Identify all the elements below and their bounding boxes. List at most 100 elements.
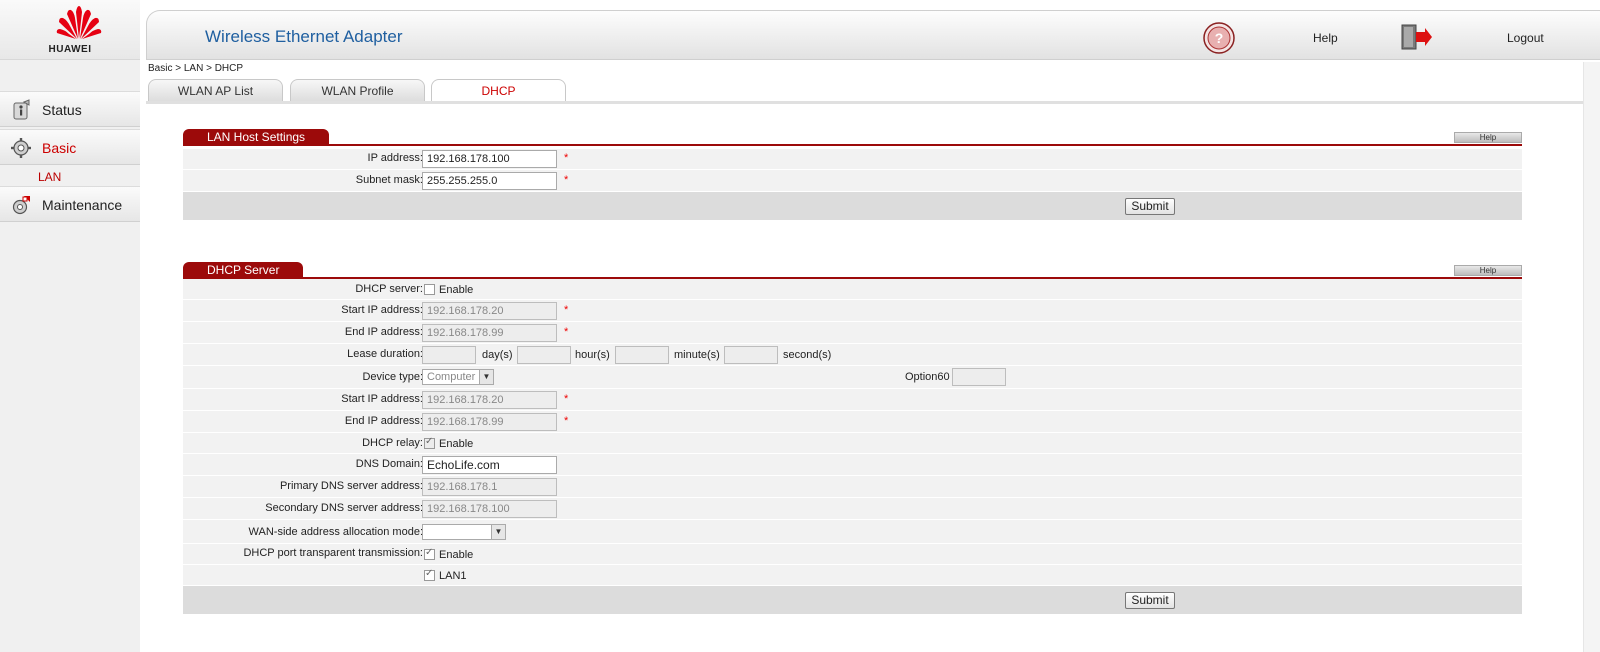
dhcp-server-panel: DHCP Server Help DHCP server: Enable Sta…: [183, 262, 1522, 618]
required-mark: *: [564, 326, 569, 338]
help-link[interactable]: Help: [1313, 31, 1338, 45]
logout-door-icon[interactable]: [1399, 23, 1433, 51]
sidebar-item-status[interactable]: Status: [0, 91, 140, 127]
help-button[interactable]: Help: [1454, 132, 1522, 143]
ip-address-label: IP address:: [367, 152, 423, 164]
primary-dns-label: Primary DNS server address:: [279, 480, 423, 492]
lease-hours-input[interactable]: [517, 346, 571, 364]
secondary-dns-input[interactable]: 192.168.178.100: [422, 500, 557, 518]
dns-domain-label: DNS Domain:: [355, 458, 423, 470]
enable-label: Enable: [439, 549, 474, 561]
settings-gear-icon: [11, 138, 31, 158]
end-ip-input[interactable]: 192.168.178.99: [422, 324, 557, 342]
vertical-scrollbar[interactable]: [1583, 62, 1600, 652]
start-ip-input[interactable]: 192.168.178.20: [422, 302, 557, 320]
help-button[interactable]: Help: [1454, 265, 1522, 276]
form-row-dhcp-server: DHCP server: Enable: [183, 279, 1522, 300]
dhcp-server-checkbox[interactable]: [424, 284, 435, 295]
panel-title: DHCP Server: [183, 262, 304, 278]
form-row-start-ip: Start IP address: 192.168.178.20 *: [183, 300, 1522, 322]
dhcp-relay-label: DHCP relay:: [362, 437, 423, 449]
form-row-lan1: LAN1: [183, 565, 1522, 586]
enable-label: Enable: [439, 438, 474, 450]
sidebar-item-maintenance[interactable]: Maintenance: [0, 186, 140, 222]
breadcrumb: Basic > LAN > DHCP: [148, 63, 244, 74]
maintenance-tools-icon: [12, 196, 30, 215]
primary-dns-input[interactable]: 192.168.178.1: [422, 478, 557, 496]
hour-unit-label: hour(s): [575, 349, 610, 361]
wan-mode-select[interactable]: ▼: [422, 524, 506, 540]
lease-minutes-input[interactable]: [615, 346, 669, 364]
sidebar-item-label: Status: [42, 102, 82, 118]
port-transparent-label: DHCP port transparent transmission:: [243, 547, 423, 559]
required-mark: *: [564, 393, 569, 405]
required-mark: *: [564, 174, 569, 186]
chevron-down-icon: ▼: [479, 370, 493, 384]
end-ip-2-input[interactable]: 192.168.178.99: [422, 413, 557, 431]
submit-button[interactable]: Submit: [1125, 592, 1175, 609]
form-row-end-ip-2: End IP address: 192.168.178.99 *: [183, 411, 1522, 433]
question-icon[interactable]: ?: [1202, 21, 1236, 55]
option60-input[interactable]: [952, 368, 1006, 386]
lan1-checkbox[interactable]: [424, 568, 435, 581]
huawei-logo-icon: [56, 6, 102, 39]
day-unit-label: day(s): [482, 349, 513, 361]
chevron-down-icon: ▼: [491, 525, 505, 539]
second-unit-label: second(s): [783, 349, 832, 361]
panel-divider: [183, 144, 1522, 146]
start-ip-label: Start IP address:: [341, 393, 423, 405]
sidebar-subitem-lan[interactable]: LAN: [38, 170, 61, 184]
submit-bar: Submit: [183, 192, 1522, 220]
sidebar-item-basic[interactable]: Basic: [0, 129, 140, 165]
form-row-ip: IP address: 192.168.178.100 *: [183, 149, 1522, 170]
enable-label: Enable: [439, 284, 474, 296]
form-row-lease: Lease duration: day(s) hour(s) minute(s)…: [183, 344, 1522, 366]
brand-name: HUAWEI: [48, 44, 92, 55]
tab-wlan-profile[interactable]: WLAN Profile: [290, 79, 425, 102]
dhcp-relay-checkbox[interactable]: [424, 436, 435, 449]
logout-link[interactable]: Logout: [1507, 31, 1544, 45]
dns-domain-input[interactable]: EchoLife.com: [422, 456, 557, 474]
tab-dhcp[interactable]: DHCP: [431, 79, 566, 102]
tab-wlan-ap-list[interactable]: WLAN AP List: [148, 79, 283, 102]
svg-text:?: ?: [1215, 30, 1224, 46]
form-row-mask: Subnet mask: 255.255.255.0 *: [183, 170, 1522, 192]
sidebar-item-label: Basic: [42, 140, 77, 156]
form-row-primary-dns: Primary DNS server address: 192.168.178.…: [183, 476, 1522, 498]
form-row-device-type: Device type: Computer ▼ Option60: [183, 366, 1522, 389]
ip-address-input[interactable]: 192.168.178.100: [422, 150, 557, 168]
option60-label: Option60: [905, 371, 950, 383]
minute-unit-label: minute(s): [674, 349, 720, 361]
form-row-wan-mode: WAN-side address allocation mode: ▼: [183, 520, 1522, 544]
form-row-dhcp-relay: DHCP relay: Enable: [183, 433, 1522, 454]
lease-days-input[interactable]: [422, 346, 476, 364]
required-mark: *: [564, 304, 569, 316]
required-mark: *: [564, 152, 569, 164]
end-ip-label: End IP address:: [344, 415, 423, 427]
form-row-end-ip: End IP address: 192.168.178.99 *: [183, 322, 1522, 344]
lan1-label: LAN1: [439, 570, 467, 582]
start-ip-2-input[interactable]: 192.168.178.20: [422, 391, 557, 409]
form-row-dns-domain: DNS Domain: EchoLife.com: [183, 454, 1522, 476]
panel-title: LAN Host Settings: [183, 129, 330, 145]
start-ip-label: Start IP address:: [341, 304, 423, 316]
subnet-mask-input[interactable]: 255.255.255.0: [422, 172, 557, 190]
submit-bar: Submit: [183, 586, 1522, 614]
app-title: Wireless Ethernet Adapter: [205, 27, 403, 46]
subnet-mask-label: Subnet mask:: [355, 174, 423, 186]
required-mark: *: [564, 415, 569, 427]
tab-underline: [146, 101, 1600, 104]
device-type-select[interactable]: Computer ▼: [422, 369, 494, 385]
sidebar: HUAWEI Status Basic LAN Maintenance: [0, 0, 140, 652]
submit-button[interactable]: Submit: [1125, 198, 1175, 215]
port-transparent-checkbox[interactable]: [424, 547, 435, 560]
lan-host-settings-panel: LAN Host Settings Help IP address: 192.1…: [183, 129, 1522, 221]
end-ip-label: End IP address:: [344, 326, 423, 338]
status-info-icon: [13, 99, 30, 120]
lease-seconds-input[interactable]: [724, 346, 778, 364]
lease-duration-label: Lease duration:: [347, 348, 423, 360]
sidebar-item-label: Maintenance: [42, 197, 123, 213]
dhcp-server-label: DHCP server:: [355, 283, 423, 295]
secondary-dns-label: Secondary DNS server address:: [265, 502, 423, 514]
device-type-value: Computer: [427, 371, 476, 383]
